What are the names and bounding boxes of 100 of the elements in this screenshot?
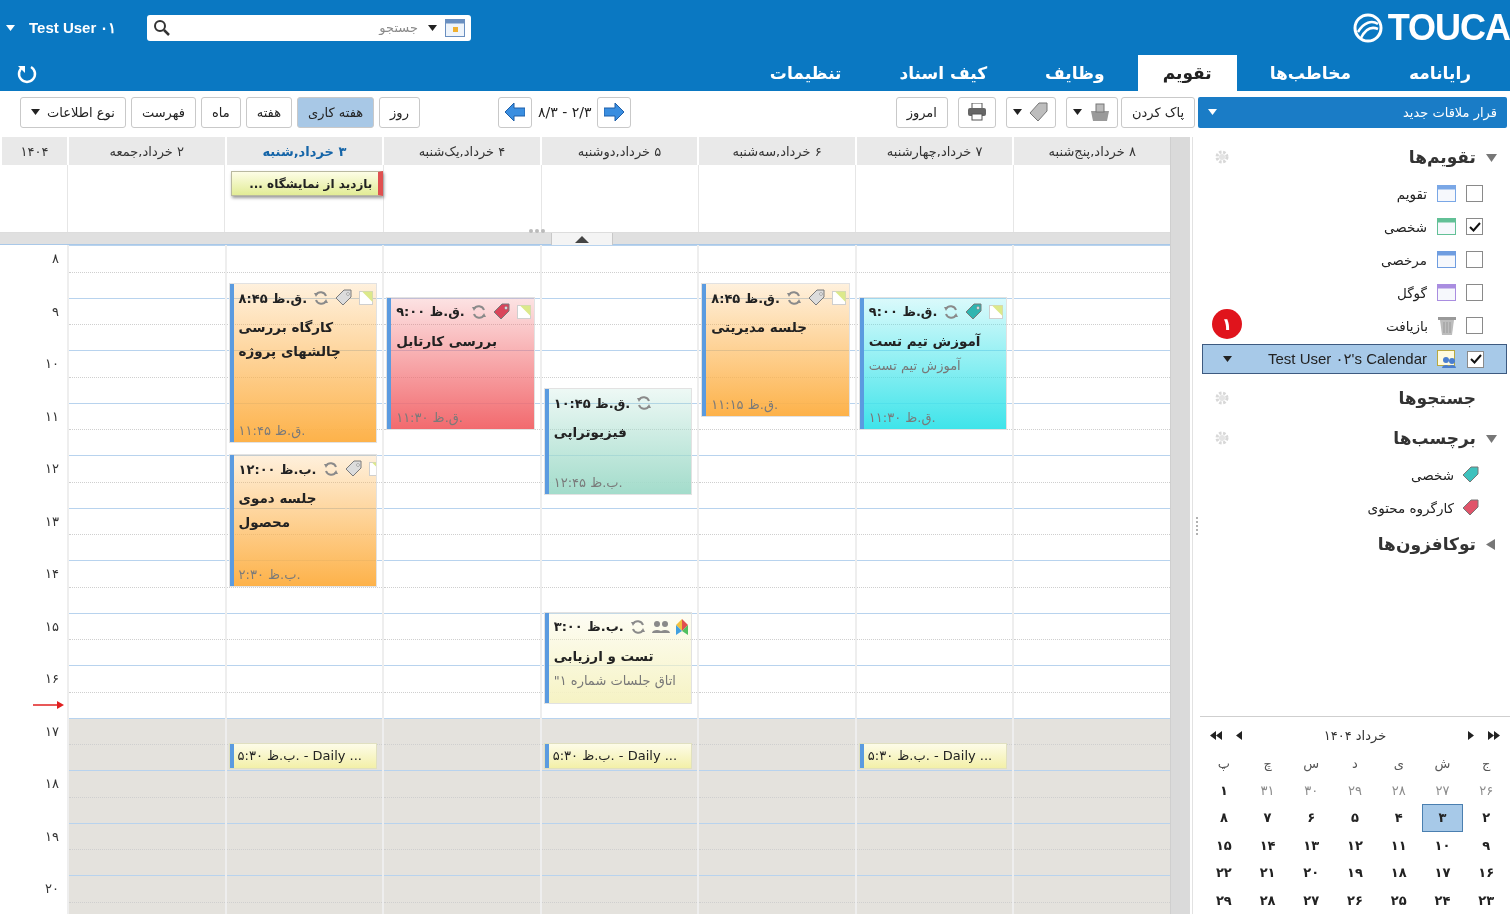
event-card[interactable]: ۵:۳۰ ب.ظ. - Daily ... — [229, 743, 377, 768]
checkbox[interactable] — [1467, 350, 1484, 368]
mini-calendar-day[interactable]: ۱۵ — [1203, 831, 1245, 859]
new-appointment-button[interactable]: قرار ملاقات جدید — [1198, 96, 1507, 128]
mini-calendar-day[interactable]: ۳۱ — [1246, 776, 1289, 804]
calendar-item[interactable]: گوگل — [1391, 276, 1510, 309]
first-month-button[interactable] — [1210, 731, 1222, 740]
user-menu[interactable]: Test User ۰۱ — [6, 18, 147, 37]
view-button[interactable]: ماه — [200, 96, 241, 128]
event-card[interactable]: ۵:۳۰ ب.ظ. - Daily ... — [859, 743, 1007, 768]
checkbox[interactable] — [1466, 251, 1483, 268]
day-header[interactable]: ۵ خرداد,دوشنبه — [539, 137, 698, 165]
collapsed-arrow-icon[interactable] — [1485, 538, 1497, 550]
calendar-item[interactable]: Test User ۰۲'s Calendar — [1202, 344, 1507, 374]
checkbox[interactable] — [1466, 317, 1483, 334]
mini-calendar-day[interactable]: ۴ — [1377, 804, 1420, 832]
info-type-dropdown[interactable]: نوع اطلاعات — [20, 96, 126, 128]
mini-calendar-day[interactable]: ۲۶ — [1334, 886, 1376, 914]
search-field[interactable]: جستجو — [147, 14, 471, 41]
event-card[interactable]: ۹:۰۰ ق.ظ. آموزش تیم تست آموزش تیم تست ۱۱:۳۰ ق.ظ. — [859, 297, 1007, 429]
mini-calendar-day[interactable]: ۹ — [1465, 831, 1507, 859]
event-card[interactable]: ۳:۰۰ ب.ظ. تست و ارزیابی اتاق جلسات شماره ۱" — [544, 612, 692, 703]
mini-calendar-day[interactable]: ۱۸ — [1377, 859, 1420, 887]
tag-item[interactable]: کارگروه محتوی — [1200, 491, 1510, 524]
view-button[interactable]: هفته کاری — [297, 96, 375, 128]
mini-calendar-day[interactable]: ۲۸ — [1246, 886, 1289, 914]
event-time: ۹:۰۰ ق.ظ. — [868, 304, 938, 319]
mini-calendar-day[interactable]: ۸ — [1203, 804, 1245, 832]
nav-tab[interactable]: مخاطب‌ها — [1244, 55, 1376, 91]
mini-calendar-day[interactable]: ۲۸ — [1377, 776, 1420, 804]
mini-calendar-day[interactable]: ۳۰ — [1290, 776, 1333, 804]
calendar-item[interactable]: بازیافت — [1381, 309, 1510, 342]
nav-tab[interactable]: رایانامه — [1384, 55, 1496, 91]
mini-calendar-day[interactable]: ۱ — [1203, 776, 1245, 804]
calendar-item[interactable]: شخصی — [1379, 210, 1510, 243]
caret-icon — [6, 24, 15, 31]
event-card[interactable]: ۱۲:۰۰ ب.ظ. جلسه دموی محصول ۲:۳۰ ب.ظ. — [229, 455, 377, 587]
event-card[interactable]: ۸:۴۵ ق.ظ. کارگاه بررسی چالشهای پروژه ۱۱:۴۵ ق.ظ. — [229, 284, 377, 442]
tag-button[interactable] — [1005, 96, 1056, 128]
event-card[interactable]: ۵:۳۰ ب.ظ. - Daily ... — [544, 743, 692, 768]
mini-calendar-day[interactable]: ۲۳ — [1465, 886, 1507, 914]
calendar-item[interactable]: مرخصی — [1376, 243, 1510, 276]
day-header[interactable]: ۴ خرداد,یک‌شنبه — [382, 137, 540, 165]
checkbox[interactable] — [1466, 284, 1483, 301]
expanded-arrow-icon[interactable] — [1485, 432, 1497, 444]
mini-calendar-day[interactable]: ۲۷ — [1290, 886, 1333, 914]
mini-calendar-day[interactable]: ۱۹ — [1334, 859, 1376, 887]
last-month-button[interactable] — [1488, 731, 1500, 740]
search-input[interactable]: جستجو — [178, 19, 420, 36]
mini-calendar-day[interactable]: ۱۷ — [1421, 859, 1464, 887]
move-button[interactable] — [1065, 96, 1118, 128]
checkbox[interactable] — [1466, 185, 1483, 202]
event-card[interactable]: ۹:۰۰ ق.ظ. بررسی کارتابل ۱۱:۳۰ ق.ظ. — [387, 297, 534, 429]
mini-calendar-day[interactable]: ۲۰ — [1290, 859, 1333, 887]
calendar-item[interactable]: تقویم — [1391, 177, 1510, 210]
day-header[interactable]: ۷ خرداد,چهارشنبه — [854, 137, 1013, 165]
view-button[interactable]: هفته — [245, 96, 293, 128]
day-header[interactable]: ۶ خرداد,سه‌شنبه — [697, 137, 855, 165]
mini-calendar-day[interactable]: ۲۶ — [1465, 776, 1507, 804]
event-card[interactable]: ۱۰:۴۵ ق.ظ. فیزیوتراپی ۱۲:۴۵ ب.ظ. — [544, 389, 692, 495]
mini-calendar-day[interactable]: ۲۲ — [1203, 859, 1245, 887]
mini-calendar-day[interactable]: ۲۱ — [1246, 859, 1289, 887]
mini-calendar-day[interactable]: ۱۱ — [1377, 831, 1420, 859]
next-month-button[interactable] — [1468, 731, 1474, 740]
event-card[interactable]: ۸:۴۵ ق.ظ. جلسه مدیریتی ۱۱:۱۵ ق.ظ. — [702, 284, 849, 416]
mini-calendar-day[interactable]: ۲ — [1465, 804, 1507, 832]
mini-calendar-day[interactable]: ۲۴ — [1421, 886, 1464, 914]
day-header[interactable]: ۳ خرداد,شنبه — [224, 137, 383, 165]
mini-calendar-day[interactable]: ۵ — [1334, 804, 1376, 832]
nav-tab[interactable]: تنظیمات — [744, 55, 867, 91]
nav-tab[interactable]: وظایف — [1020, 55, 1130, 91]
checkbox[interactable] — [1466, 218, 1483, 235]
mini-calendar-day[interactable]: ۳ — [1421, 804, 1464, 832]
mini-calendar-day[interactable]: ۱۰ — [1421, 831, 1464, 859]
caret-icon — [1208, 109, 1217, 115]
mini-calendar-day[interactable]: ۶ — [1290, 804, 1333, 832]
view-button[interactable]: فهرست — [130, 96, 196, 128]
today-button[interactable]: امروز — [895, 96, 948, 128]
view-button[interactable]: روز — [379, 96, 420, 128]
clear-button[interactable]: پاک کردن — [1120, 96, 1195, 128]
previous-button[interactable] — [497, 96, 532, 128]
nav-tab[interactable]: کیف اسناد — [874, 55, 1013, 91]
nav-tab[interactable]: تقویم — [1137, 55, 1237, 91]
mini-calendar-day[interactable]: ۲۵ — [1377, 886, 1420, 914]
mini-calendar-day[interactable]: ۱۴ — [1246, 831, 1289, 859]
expanded-arrow-icon[interactable] — [1485, 151, 1497, 163]
all-day-event[interactable]: بازدید از نمایشگاه ... — [231, 171, 384, 196]
print-button[interactable] — [957, 96, 996, 128]
tag-item[interactable]: شخصی — [1200, 458, 1510, 491]
mini-calendar-day[interactable]: ۱۲ — [1334, 831, 1376, 859]
previous-month-button[interactable] — [1236, 731, 1242, 740]
next-button[interactable] — [597, 96, 632, 128]
event-time: ۱۰:۴۵ ق.ظ. — [553, 395, 631, 411]
day-header[interactable]: ۲ خرداد,جمعه — [67, 137, 225, 165]
mini-calendar-day[interactable]: ۱۶ — [1465, 859, 1507, 887]
mini-calendar-day[interactable]: ۱۳ — [1290, 831, 1333, 859]
mini-calendar-day[interactable]: ۲۹ — [1203, 886, 1245, 914]
resize-grip-icon[interactable] — [1194, 516, 1199, 535]
mini-calendar-day[interactable]: ۲۹ — [1334, 776, 1376, 804]
mini-calendar-day[interactable]: ۷ — [1246, 804, 1289, 832]
